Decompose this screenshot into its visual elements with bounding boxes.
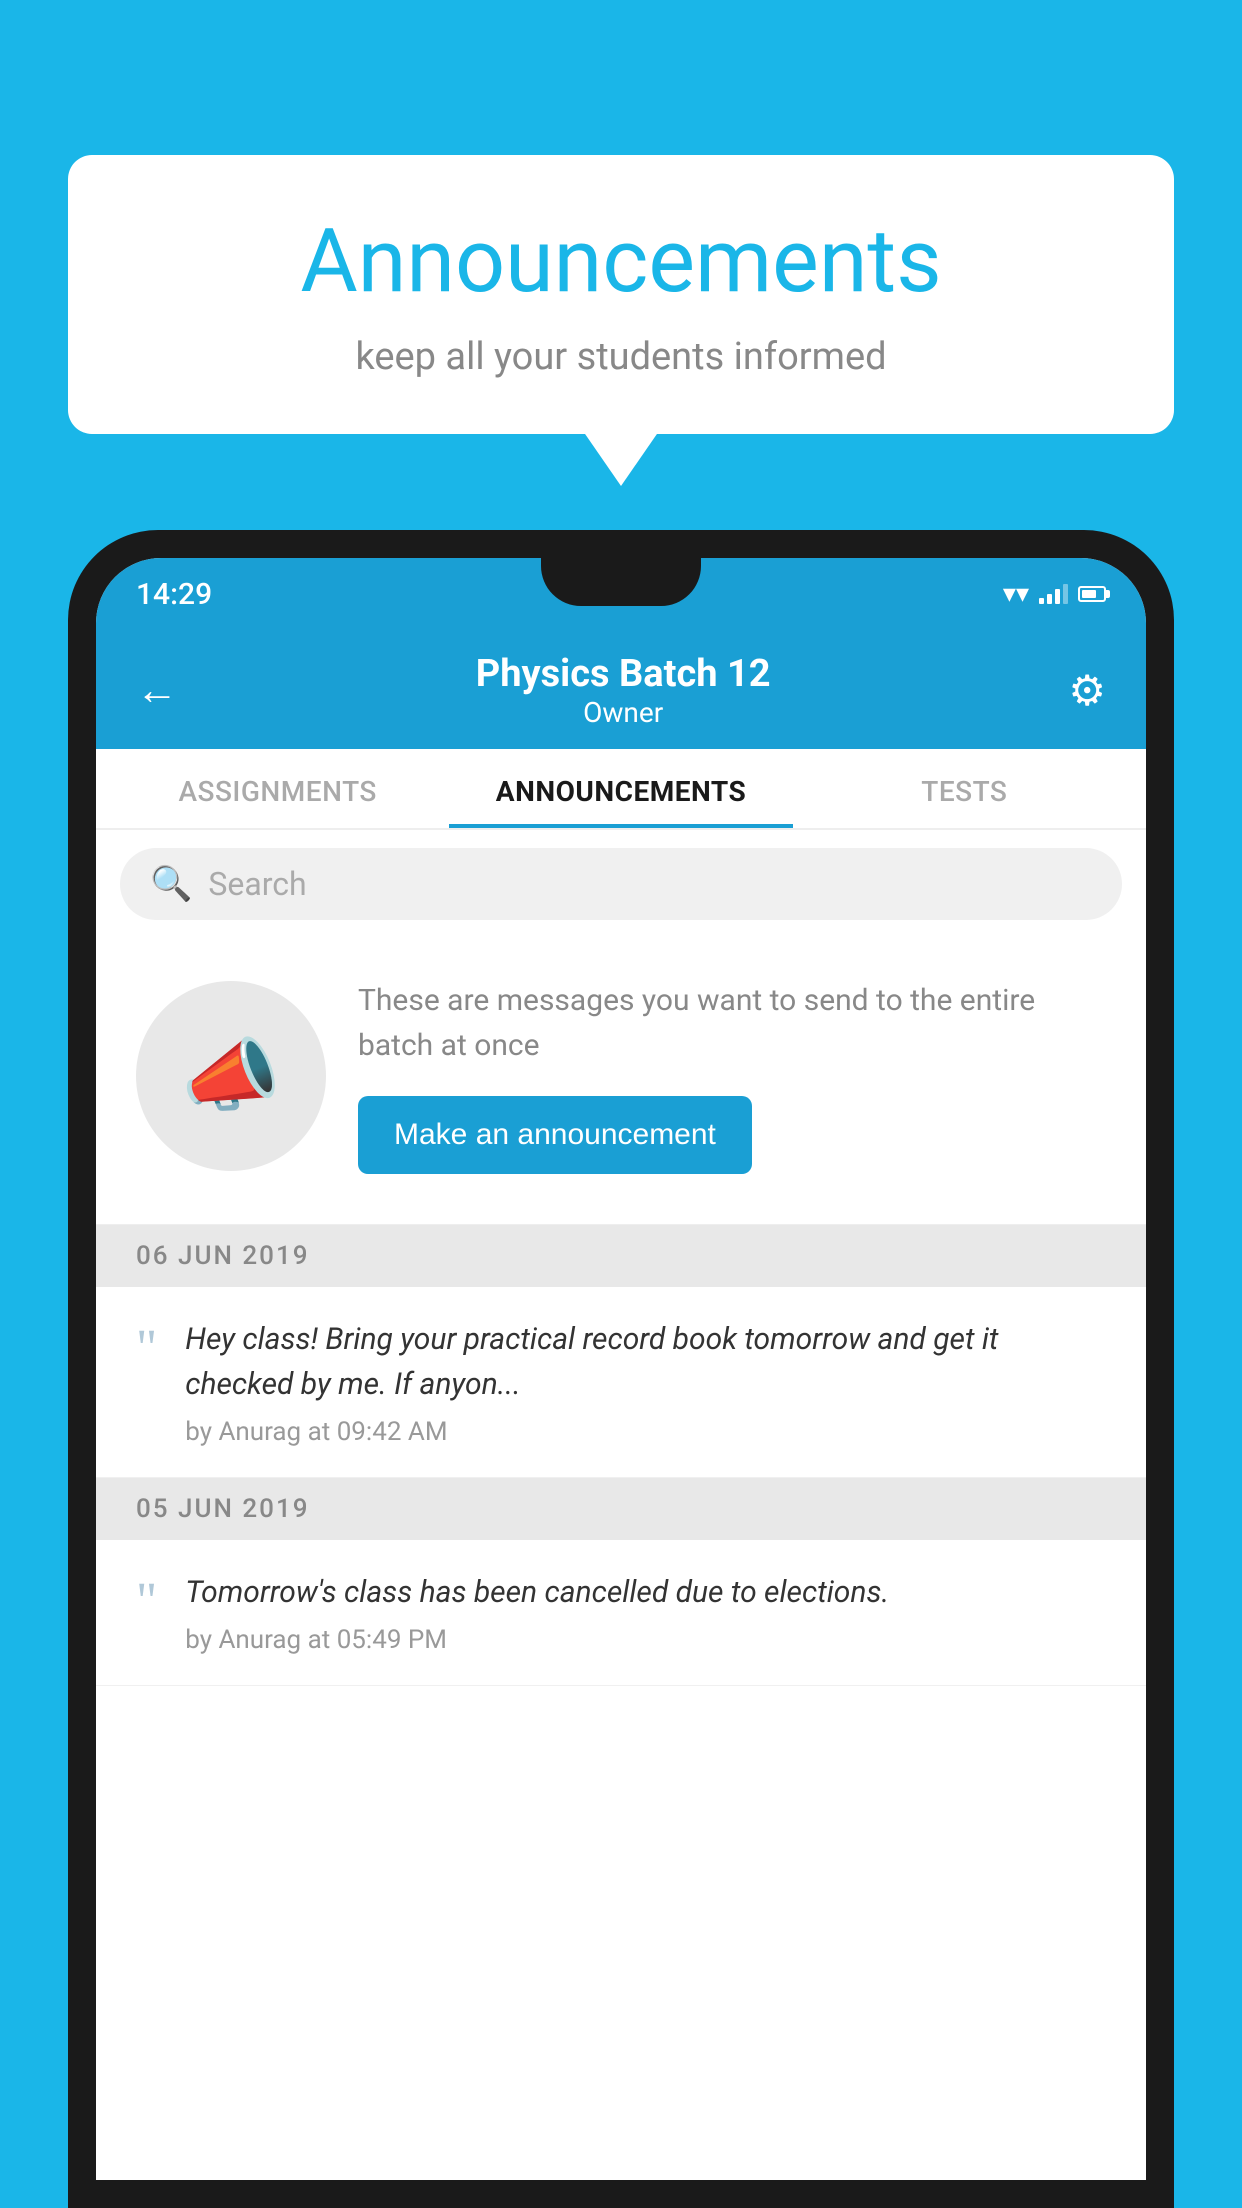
make-announcement-button[interactable]: Make an announcement	[358, 1096, 752, 1174]
announcement-item-2[interactable]: " Tomorrow's class has been cancelled du…	[96, 1540, 1146, 1686]
battery-icon	[1078, 586, 1106, 602]
tab-bar: ASSIGNMENTS ANNOUNCEMENTS TESTS	[96, 749, 1146, 830]
status-bar: 14:29 ▾▾	[96, 558, 1146, 630]
announcement-icon-circle: 📣	[136, 981, 326, 1171]
signal-bar-1	[1039, 598, 1044, 604]
date-label-1: 06 JUN 2019	[136, 1241, 310, 1271]
phone-frame: 14:29 ▾▾ ← Physics Batch 12 Owner	[68, 530, 1174, 2208]
settings-icon[interactable]: ⚙	[1068, 666, 1106, 716]
announcement-message-1: Hey class! Bring your practical record b…	[185, 1317, 1106, 1407]
batch-name: Physics Batch 12	[178, 652, 1068, 696]
wifi-icon: ▾▾	[1003, 579, 1029, 609]
quote-icon-2: "	[136, 1576, 157, 1628]
speech-bubble: Announcements keep all your students inf…	[68, 155, 1174, 434]
announcement-meta-1: by Anurag at 09:42 AM	[185, 1417, 1106, 1447]
announcement-prompt-right: These are messages you want to send to t…	[358, 978, 1106, 1174]
signal-bar-4	[1063, 584, 1068, 604]
announcement-message-2: Tomorrow's class has been cancelled due …	[185, 1570, 1106, 1615]
date-label-2: 05 JUN 2019	[136, 1494, 310, 1524]
bubble-title: Announcements	[128, 210, 1114, 313]
date-separator-1: 06 JUN 2019	[96, 1225, 1146, 1287]
tab-announcements[interactable]: ANNOUNCEMENTS	[449, 749, 792, 828]
back-button[interactable]: ←	[136, 666, 178, 715]
status-icons: ▾▾	[1003, 579, 1106, 609]
announcement-description: These are messages you want to send to t…	[358, 978, 1106, 1068]
search-bar[interactable]: 🔍 Search	[120, 848, 1122, 920]
tab-assignments[interactable]: ASSIGNMENTS	[106, 749, 449, 828]
signal-bar-2	[1047, 594, 1052, 604]
content-area: 🔍 Search 📣 These are messages you want t…	[96, 830, 1146, 1686]
header-title-area: Physics Batch 12 Owner	[178, 652, 1068, 729]
quote-icon-1: "	[136, 1323, 157, 1375]
announcement-content-1: Hey class! Bring your practical record b…	[185, 1317, 1106, 1447]
announcement-item-1[interactable]: " Hey class! Bring your practical record…	[96, 1287, 1146, 1478]
speech-bubble-container: Announcements keep all your students inf…	[68, 155, 1174, 434]
search-placeholder: Search	[208, 865, 306, 903]
signal-icon	[1039, 584, 1068, 604]
announcement-content-2: Tomorrow's class has been cancelled due …	[185, 1570, 1106, 1655]
bubble-subtitle: keep all your students informed	[128, 335, 1114, 379]
tab-tests[interactable]: TESTS	[793, 749, 1136, 828]
status-time: 14:29	[136, 577, 212, 612]
announcement-prompt-card: 📣 These are messages you want to send to…	[96, 938, 1146, 1225]
app-header: ← Physics Batch 12 Owner ⚙	[96, 630, 1146, 749]
phone-screen: 14:29 ▾▾ ← Physics Batch 12 Owner	[96, 558, 1146, 2180]
owner-label: Owner	[178, 696, 1068, 729]
signal-bar-3	[1055, 589, 1060, 604]
battery-fill	[1082, 590, 1096, 598]
notch	[541, 558, 701, 606]
search-icon: 🔍	[150, 864, 192, 904]
megaphone-icon: 📣	[181, 1029, 281, 1123]
announcement-meta-2: by Anurag at 05:49 PM	[185, 1625, 1106, 1655]
date-separator-2: 05 JUN 2019	[96, 1478, 1146, 1540]
search-container: 🔍 Search	[96, 830, 1146, 938]
